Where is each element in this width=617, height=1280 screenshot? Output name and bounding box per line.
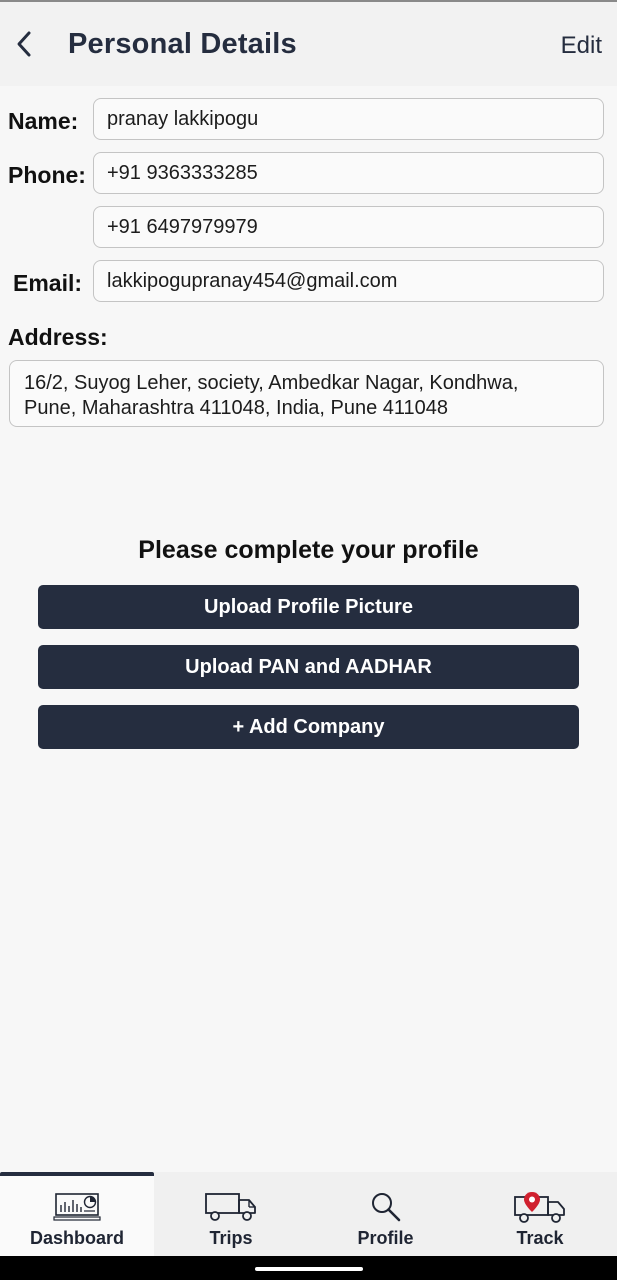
upload-pan-aadhar-button[interactable]: Upload PAN and AADHAR: [38, 645, 579, 689]
truck-location-icon: [512, 1190, 568, 1224]
add-company-button[interactable]: + Add Company: [38, 705, 579, 749]
name-label: Name:: [8, 108, 79, 134]
phone-primary-field[interactable]: +91 9363333285: [93, 152, 604, 194]
email-label: Email:: [13, 270, 83, 296]
edit-button[interactable]: Edit: [561, 32, 602, 60]
app-header: Personal Details Edit: [0, 2, 617, 86]
nav-label-track: Track: [516, 1228, 564, 1248]
nav-label-dashboard: Dashboard: [29, 1228, 125, 1248]
address-field[interactable]: 16/2, Suyog Leher, society, Ambedkar Nag…: [9, 360, 604, 427]
address-line-2: Pune, Maharashtra 411048, India, Pune 41…: [24, 397, 449, 419]
nav-item-trips[interactable]: Trips: [154, 1172, 308, 1256]
nav-label-profile: Profile: [357, 1228, 414, 1248]
email-field[interactable]: lakkipogupranay454@gmail.com: [93, 260, 604, 302]
truck-icon: [204, 1190, 258, 1224]
bottom-nav: Dashboard Trips Profile Track: [0, 1172, 617, 1256]
phone-secondary-field[interactable]: +91 6497979979: [93, 206, 604, 248]
page-title: Personal Details: [68, 28, 297, 60]
search-icon: [369, 1190, 403, 1224]
active-tab-indicator: [0, 1172, 154, 1176]
upload-profile-picture-button[interactable]: Upload Profile Picture: [38, 585, 579, 629]
complete-profile-prompt: Please complete your profile: [138, 536, 479, 564]
back-button[interactable]: [8, 24, 40, 64]
name-field[interactable]: pranay lakkipogu: [93, 98, 604, 140]
home-indicator[interactable]: [255, 1267, 363, 1271]
address-label: Address:: [8, 324, 108, 350]
dashboard-icon: [53, 1190, 101, 1224]
address-line-1: 16/2, Suyog Leher, society, Ambedkar Nag…: [24, 372, 519, 394]
chevron-left-icon: [17, 31, 31, 57]
nav-item-dashboard[interactable]: Dashboard: [0, 1172, 154, 1256]
phone-label: Phone:: [8, 162, 86, 188]
nav-item-track[interactable]: Track: [463, 1172, 617, 1256]
system-navigation-bar: [0, 1256, 617, 1280]
nav-label-trips: Trips: [209, 1228, 253, 1248]
nav-item-profile[interactable]: Profile: [308, 1172, 463, 1256]
